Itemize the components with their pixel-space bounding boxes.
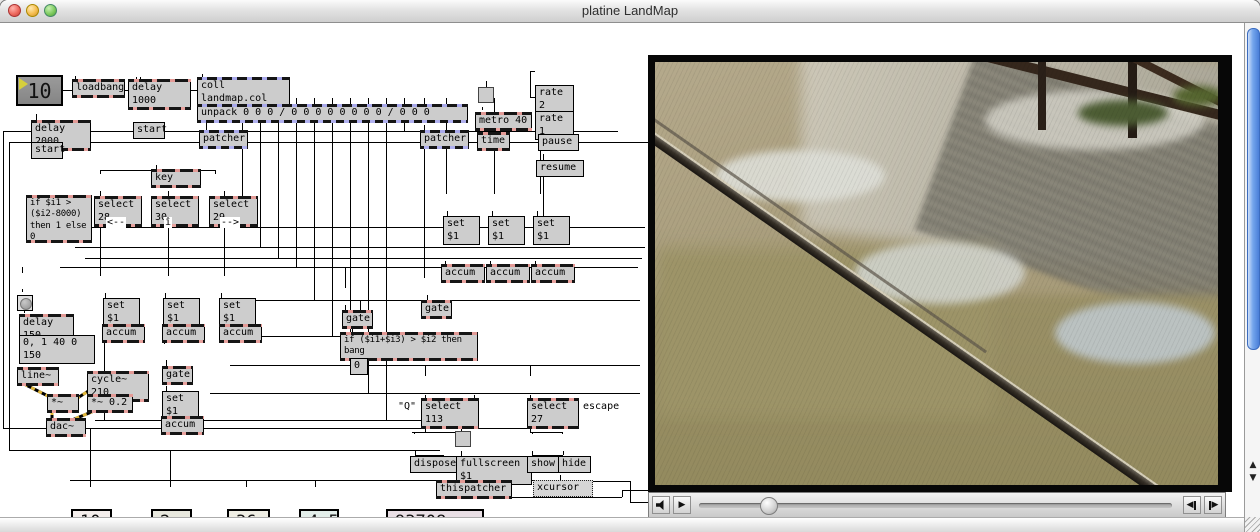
play-button[interactable]: ▶ <box>673 496 691 514</box>
movie-display[interactable] <box>648 55 1232 492</box>
toggle-button[interactable] <box>455 431 471 447</box>
speaker-icon <box>656 500 664 510</box>
object-metro-40[interactable]: metro 40 <box>475 112 532 131</box>
play-icon: ▶ <box>678 500 686 510</box>
message-set1-a[interactable]: set $1 <box>103 298 140 327</box>
object-select-27[interactable]: select 27 <box>527 398 579 429</box>
object-if-threshold[interactable]: if $i1 > ($i2-8000) then 1 else 0 <box>26 195 92 243</box>
step-bar-icon <box>1194 500 1197 510</box>
comment-arrow-right: --> <box>220 217 241 228</box>
message-zero[interactable]: 0 <box>350 358 368 375</box>
object-patcher-left[interactable]: patcher <box>199 130 248 149</box>
message-start-left[interactable]: start <box>31 142 65 159</box>
number-box-chap[interactable]: 10 <box>71 509 112 517</box>
step-forward-icon: ▶ <box>1211 500 1219 510</box>
number-box-frm[interactable]: 4.5 <box>299 509 339 517</box>
vertical-scrollbar[interactable]: ▲ ▼ <box>1244 22 1260 517</box>
object-gate-mid[interactable]: gate <box>342 310 373 329</box>
volume-button[interactable] <box>652 496 670 514</box>
object-mult-tilde[interactable]: *~ <box>47 394 79 413</box>
comment-arrow-left: <-- <box>106 217 127 228</box>
object-patcher-right[interactable]: patcher <box>420 130 469 149</box>
object-accum-a[interactable]: accum <box>102 324 145 343</box>
step-bar-icon <box>1208 500 1211 510</box>
button-top[interactable] <box>478 87 494 103</box>
movie-frame <box>655 62 1218 485</box>
bang-button[interactable] <box>17 295 33 311</box>
scrub-track[interactable] <box>699 496 1172 515</box>
number-box-triangle-icon <box>19 78 28 90</box>
scrub-thumb[interactable] <box>760 496 779 515</box>
scrollbar-thumb[interactable] <box>1247 28 1260 350</box>
message-rate-2[interactable]: rate 2 <box>535 85 574 114</box>
number-box-mtu[interactable]: 93708 <box>386 509 484 517</box>
window-title: platine LandMap <box>581 3 679 18</box>
message-dispose[interactable]: dispose <box>410 456 461 473</box>
message-resume[interactable]: resume <box>536 160 584 177</box>
object-key[interactable]: key <box>151 169 201 188</box>
horizontal-scrollbar[interactable] <box>0 517 1244 532</box>
message-set1-c[interactable]: set $1 <box>219 298 256 327</box>
movie-controller: ▶ ◀ ▶ <box>648 492 1226 518</box>
message-start-right[interactable]: start <box>133 122 167 139</box>
comment-escape: escape <box>582 401 621 412</box>
object-if-bang[interactable]: if ($i1+$i3) > $i2 then bang <box>340 332 478 361</box>
object-accum-b[interactable]: accum <box>162 324 205 343</box>
message-set1-r3[interactable]: set $1 <box>533 216 570 245</box>
object-accum-r3[interactable]: accum <box>531 264 575 283</box>
message-set1-r1[interactable]: set $1 <box>443 216 480 245</box>
object-delay-1000[interactable]: delay 1000 <box>128 79 191 110</box>
object-time[interactable]: time <box>477 132 510 151</box>
object-gate-left[interactable]: gate <box>162 366 193 385</box>
scroll-down-icon[interactable]: ▼ <box>1248 473 1258 483</box>
video-grain-overlay <box>655 62 1218 485</box>
patcher-window: platine LandMap 10 loadbang delay 1000 c… <box>0 0 1260 532</box>
object-accum-d[interactable]: accum <box>161 416 204 435</box>
message-hide[interactable]: hide <box>558 456 591 473</box>
object-select-30[interactable]: select 30 <box>151 196 199 227</box>
object-accum-r2[interactable]: accum <box>486 264 530 283</box>
message-set1-r2[interactable]: set $1 <box>488 216 525 245</box>
message-show[interactable]: show <box>527 456 561 473</box>
scroll-up-icon[interactable]: ▲ <box>1248 460 1258 470</box>
object-mult-02[interactable]: *~ 0.2 <box>87 394 133 413</box>
object-xcursor[interactable]: xcursor <box>533 480 593 497</box>
message-pause[interactable]: pause <box>538 134 579 151</box>
number-box-min[interactable]: 2 <box>151 509 192 517</box>
message-line-ramp[interactable]: 0, 1 40 0 150 <box>19 335 95 364</box>
object-line-tilde[interactable]: line~ <box>17 367 59 386</box>
message-set1-b[interactable]: set $1 <box>163 298 200 327</box>
object-unpack[interactable]: unpack 0 0 0 / 0 0 0 0 0 0 0 0 / 0 0 0 <box>197 104 468 123</box>
object-loadbang[interactable]: loadbang <box>72 79 125 98</box>
resize-grip[interactable] <box>1244 517 1260 532</box>
step-back-icon: ◀ <box>1186 500 1194 510</box>
number-box-main-value: 10 <box>27 78 52 103</box>
object-accum-c[interactable]: accum <box>219 324 262 343</box>
object-select-113[interactable]: select 113 <box>421 398 479 429</box>
step-forward-button[interactable]: ▶ <box>1204 496 1222 514</box>
object-thispatcher[interactable]: thispatcher <box>436 480 512 499</box>
comment-q: "Q" <box>397 401 418 412</box>
object-dac[interactable]: dac~ <box>46 418 86 437</box>
object-accum-r1[interactable]: accum <box>441 264 485 283</box>
comment-arrow-up: î <box>164 217 173 228</box>
object-gate-right[interactable]: gate <box>421 300 452 319</box>
number-box-main[interactable]: 10 <box>16 75 63 106</box>
number-box-sec[interactable]: 36 <box>227 509 270 517</box>
step-back-button[interactable]: ◀ <box>1183 496 1201 514</box>
title-bar: platine LandMap <box>0 0 1260 23</box>
